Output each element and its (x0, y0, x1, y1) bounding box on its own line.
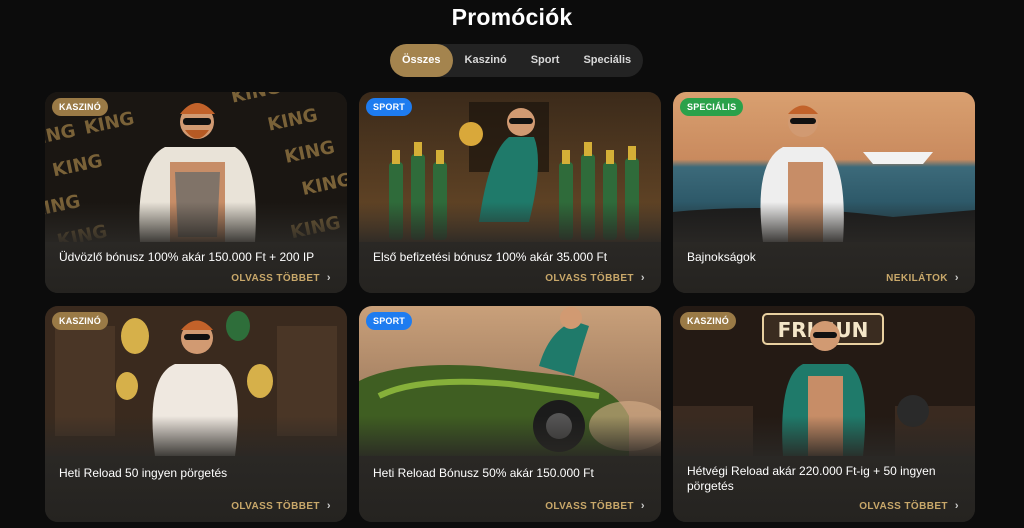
read-more-link[interactable]: OLVASS TÖBBET › (231, 272, 331, 284)
promo-title: Első befizetési bónusz 100% akár 35.000 … (373, 250, 608, 264)
promo-card-weekly-reload-spins[interactable]: KASZINÓ Heti Reload 50 ingyen pörgetés O… (45, 306, 347, 522)
chevron-right-icon: › (954, 272, 959, 284)
chevron-right-icon: › (954, 500, 959, 512)
chevron-right-icon: › (326, 500, 331, 512)
page-title: Promóciók (451, 4, 573, 30)
promo-card-weekend-reload[interactable]: FRI SUN KASZINÓ Hétvégi Reload akár 220.… (673, 306, 975, 522)
promo-title: Bajnokságok (687, 250, 756, 264)
tab-casino[interactable]: Kaszinó (453, 44, 519, 77)
badge-casino: KASZINÓ (52, 312, 108, 330)
tab-sport[interactable]: Sport (519, 44, 572, 77)
promo-grid: KING KING KING KING KING KING KING KING … (45, 92, 975, 528)
promo-card-first-deposit[interactable]: SPORT Első befizetési bónusz 100% akár 3… (359, 92, 661, 293)
read-more-link[interactable]: OLVASS TÖBBET › (231, 500, 331, 512)
tab-special[interactable]: Speciális (571, 44, 643, 77)
promo-card-welcome-bonus[interactable]: KING KING KING KING KING KING KING KING … (45, 92, 347, 293)
chevron-right-icon: › (640, 500, 645, 512)
badge-casino: KASZINÓ (680, 312, 736, 330)
promo-filter-tabs: Összes Kaszinó Sport Speciális (390, 44, 644, 77)
promo-title: Üdvözlő bónusz 100% akár 150.000 Ft + 20… (59, 250, 315, 264)
badge-sport: SPORT (366, 312, 413, 330)
read-more-link[interactable]: OLVASS TÖBBET › (859, 500, 959, 512)
badge-special: SPECIÁLIS (680, 98, 744, 116)
chevron-right-icon: › (640, 272, 645, 284)
badge-casino: KASZINÓ (52, 98, 108, 116)
badge-sport: SPORT (366, 98, 413, 116)
read-more-link[interactable]: OLVASS TÖBBET › (545, 272, 645, 284)
promo-card-weekly-reload-bonus[interactable]: SPORT Heti Reload Bónusz 50% akár 150.00… (359, 306, 661, 522)
get-started-link[interactable]: NEKILÁTOK › (886, 272, 959, 284)
chevron-right-icon: › (326, 272, 331, 284)
tab-all[interactable]: Összes (390, 44, 453, 77)
promo-title: Heti Reload 50 ingyen pörgetés (59, 466, 228, 480)
read-more-link[interactable]: OLVASS TÖBBET › (545, 500, 645, 512)
promo-title: Hétvégi Reload akár 220.000 Ft-ig + 50 i… (687, 464, 936, 493)
promo-title: Heti Reload Bónusz 50% akár 150.000 Ft (373, 466, 594, 480)
promo-card-tournaments[interactable]: SPECIÁLIS Bajnokságok NEKILÁTOK › (673, 92, 975, 293)
